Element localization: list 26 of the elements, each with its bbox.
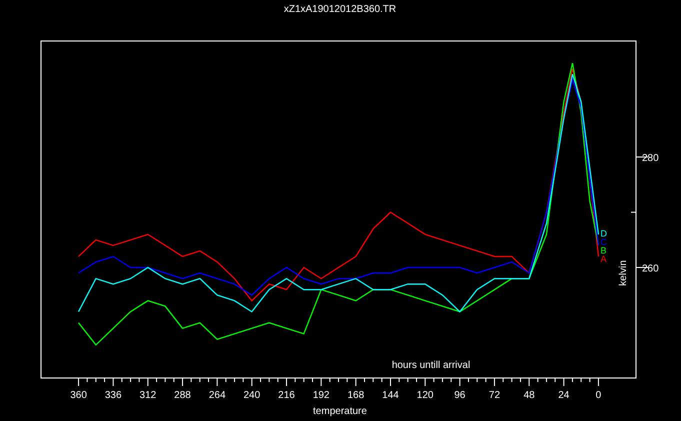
x-tick-label: 24 bbox=[558, 390, 570, 401]
x-tick-label: 336 bbox=[104, 390, 122, 401]
annotation-text: hours untill arrival bbox=[392, 360, 470, 371]
x-tick-label: 168 bbox=[347, 390, 364, 401]
x-tick-label: 96 bbox=[454, 390, 466, 401]
x-tick-label: 360 bbox=[70, 390, 87, 401]
x-tick-label: 216 bbox=[278, 390, 295, 401]
series-label: A bbox=[600, 254, 606, 264]
x-tick-label: 0 bbox=[596, 390, 602, 401]
x-tick-label: 240 bbox=[244, 390, 260, 401]
x-tick-label: 288 bbox=[174, 390, 191, 401]
x-tick-label: 48 bbox=[524, 390, 535, 401]
series-label: D bbox=[600, 228, 607, 238]
x-axis-label: temperature bbox=[313, 406, 367, 417]
x-tick-label: 312 bbox=[140, 390, 156, 401]
series-label: C bbox=[600, 237, 607, 247]
x-tick-label: 144 bbox=[382, 390, 399, 401]
series-label: B bbox=[600, 246, 606, 256]
chart-title: xZ1xA19012012B360.TR bbox=[284, 4, 396, 15]
y-tick-label: 280 bbox=[642, 153, 659, 164]
x-tick-label: 264 bbox=[208, 390, 226, 401]
x-tick-label: 120 bbox=[416, 390, 434, 401]
y-axis-label: kelvin bbox=[618, 260, 629, 286]
x-tick-label: 72 bbox=[488, 390, 500, 401]
x-tick-label: 192 bbox=[312, 390, 330, 401]
y-tick-label: 260 bbox=[642, 264, 659, 274]
